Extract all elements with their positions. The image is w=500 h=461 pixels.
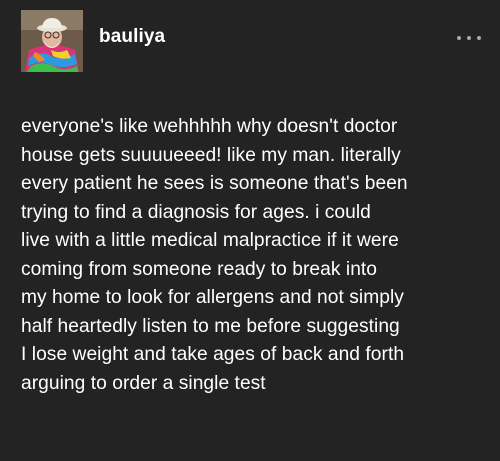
post-header: bauliya xyxy=(21,10,486,72)
ellipsis-icon xyxy=(467,36,471,40)
post-body-text: everyone's like wehhhhh why doesn't doct… xyxy=(21,116,408,394)
avatar-image xyxy=(21,10,83,72)
username[interactable]: bauliya xyxy=(99,26,165,48)
more-options-button[interactable] xyxy=(456,32,482,44)
ellipsis-icon xyxy=(477,36,481,40)
avatar[interactable] xyxy=(21,10,83,72)
post-card: bauliya everyone's like wehhhhh why does… xyxy=(0,0,500,461)
ellipsis-icon xyxy=(457,36,461,40)
